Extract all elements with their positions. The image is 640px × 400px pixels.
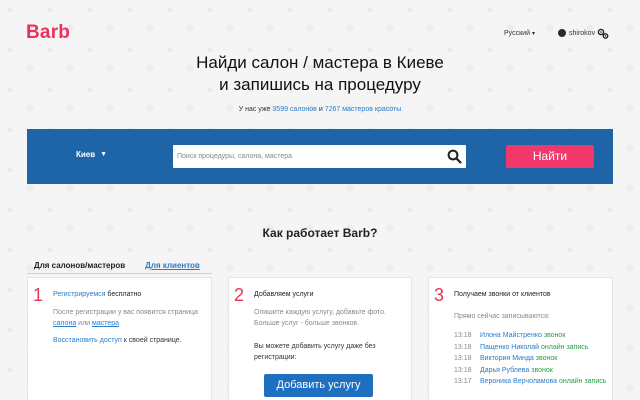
call-name[interactable]: Пащенко Николай xyxy=(480,344,539,351)
hero-title-line-2: и запишись на процедуру xyxy=(219,75,421,94)
list-item: 13:18 Пащенко Николай онлайн запись xyxy=(454,342,614,354)
list-item: 13:18 Виктория Минда звонок xyxy=(454,353,614,365)
live-label: Прямо сейчас записываются: xyxy=(454,313,550,320)
search-band: Киев ▼ Найти xyxy=(27,129,613,184)
add-service-hint: Вы можете добавить услугу даже без регис… xyxy=(254,343,376,361)
master-link[interactable]: мастера xyxy=(92,320,119,327)
restore-access-link[interactable]: Восстановить доступ xyxy=(53,337,122,344)
salons-count-link[interactable]: 3599 салонов xyxy=(272,106,316,113)
tab-underline xyxy=(27,273,212,274)
tab-salons-masters[interactable]: Для салонов/мастеров xyxy=(34,261,125,270)
city-selector[interactable]: Киев ▼ xyxy=(76,150,107,159)
list-item: 13:17 Вероника Верчоламова онлайн запись xyxy=(454,376,614,388)
step-heading-text: бесплатно xyxy=(107,291,142,298)
call-time: 13:18 xyxy=(454,366,472,374)
salon-link[interactable]: салона xyxy=(53,320,76,327)
call-type: звонок xyxy=(535,355,558,362)
step-number: 1 xyxy=(33,285,44,305)
call-type: онлайн запись xyxy=(559,378,607,385)
call-type: звонок xyxy=(543,332,566,339)
audience-tabs: Для салонов/мастеров Для клиентов xyxy=(34,261,200,270)
tab-clients[interactable]: Для клиентов xyxy=(145,261,200,270)
call-time: 13:18 xyxy=(454,355,472,362)
call-time: 13:18 xyxy=(454,343,472,351)
step-heading: Получаем звонки от клиентов xyxy=(454,291,551,298)
city-label: Киев xyxy=(76,150,96,159)
language-label: Русский xyxy=(504,30,530,37)
call-name[interactable]: Илона Майстренко xyxy=(480,332,542,339)
restore-access: Восстановить доступ к своей странице. xyxy=(53,335,203,346)
call-name[interactable]: Вероника Верчоламова xyxy=(480,378,557,385)
list-item: 13:18 Илона Майстренко звонок xyxy=(454,330,614,342)
step-description: Опишите каждую услугу, добавьте фото. Бо… xyxy=(254,309,386,327)
user-menu[interactable]: shirokov xyxy=(558,29,595,37)
masters-count-link[interactable]: 7267 мастеров красоты xyxy=(325,106,402,113)
hero-title: Найди салон / мастера в Киеве и запишись… xyxy=(0,52,640,96)
call-time: 13:18 xyxy=(454,332,472,339)
logo[interactable]: Barb xyxy=(26,22,70,44)
how-it-works-title: Как работает Barb? xyxy=(262,226,378,240)
hero-sub-and: и xyxy=(318,106,323,113)
username: shirokov xyxy=(569,29,596,37)
settings-icon[interactable] xyxy=(597,28,609,40)
calls-list: 13:18 Илона Майстренко звонок 13:18 Паще… xyxy=(454,330,614,388)
hero-title-line-1: Найди салон / мастера в Киеве xyxy=(196,53,444,72)
register-link[interactable]: Регистрируемся xyxy=(53,291,105,298)
search-box xyxy=(173,145,466,168)
step-heading: Добавляем услуги xyxy=(254,291,314,298)
step-card-calls: 3 Получаем звонки от клиентов Прямо сейч… xyxy=(428,277,613,400)
step-heading: Регистрируемся бесплатно xyxy=(53,291,141,298)
hero-subtitle: У нас уже 3599 салонов и 7267 мастеров к… xyxy=(0,106,640,113)
user-icon xyxy=(558,29,566,37)
add-service-button[interactable]: Добавить услугу xyxy=(264,374,373,397)
or-text: или xyxy=(78,320,91,327)
chevron-down-icon: ▼ xyxy=(100,151,108,158)
step-description: После регистрации у вас появится страниц… xyxy=(53,307,203,329)
step-number: 2 xyxy=(234,285,245,305)
restore-access-text: к своей странице. xyxy=(123,337,182,344)
step-number: 3 xyxy=(434,285,445,305)
call-type: онлайн запись xyxy=(540,343,589,351)
call-name[interactable]: Дарья Рублева xyxy=(480,367,529,374)
language-selector[interactable]: Русский ▾ xyxy=(504,30,535,37)
search-icon[interactable] xyxy=(447,149,462,164)
call-type: звонок xyxy=(531,366,553,374)
hero-sub-prefix: У нас уже xyxy=(238,106,271,113)
list-item: 13:18 Дарья Рублева звонок xyxy=(454,365,614,377)
call-name[interactable]: Виктория Минда xyxy=(480,355,534,362)
call-time: 13:17 xyxy=(454,378,472,385)
chevron-down-icon: ▾ xyxy=(531,31,535,37)
step-card-register: 1 Регистрируемся бесплатно После регистр… xyxy=(27,277,212,400)
find-button[interactable]: Найти xyxy=(506,145,594,168)
step-card-services: 2 Добавляем услуги Опишите каждую услугу… xyxy=(228,277,412,400)
step-description-text: После регистрации у вас появится страниц… xyxy=(53,309,198,316)
search-input[interactable] xyxy=(177,145,437,168)
